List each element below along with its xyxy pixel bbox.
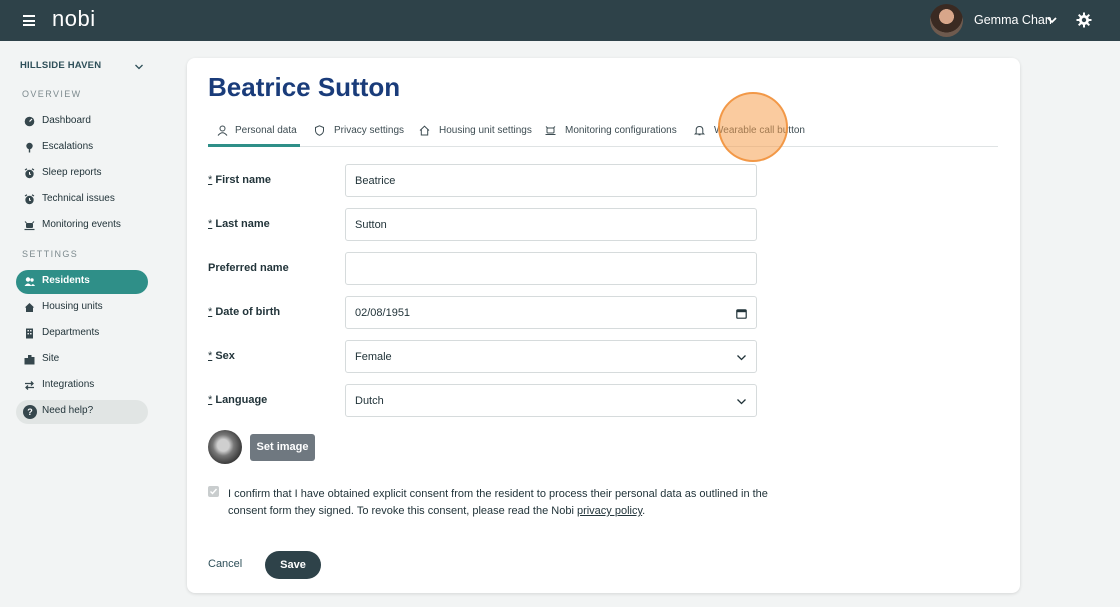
user-name[interactable]: Gemma Chan [974,13,1052,27]
sidebar-item-label: Monitoring events [42,219,121,230]
pin-icon [26,142,33,153]
shield-icon [315,125,324,136]
city-icon [24,355,35,365]
sidebar-item-monitoring-events[interactable]: Monitoring events [16,214,148,238]
sex-label: * Sex [208,350,235,362]
cancel-button[interactable]: Cancel [208,558,242,570]
tab-label: Housing unit settings [439,125,532,136]
last-name-label: * Last name [208,218,270,230]
monitor-icon [545,126,556,135]
sidebar-item-label: Dashboard [42,115,91,126]
date-of-birth-field[interactable]: 02/08/1951 [345,296,757,329]
alarm-clock-icon [24,168,35,179]
sidebar-item-label: Integrations [42,379,95,390]
sidebar-item-sleep-reports[interactable]: Sleep reports [16,162,148,186]
person-icon [217,125,228,136]
sidebar: HILLSIDE HAVEN OVERVIEW Dashboard Escala… [0,41,165,607]
check-icon [210,488,218,495]
overview-section-label: OVERVIEW [22,89,82,99]
alarm-clock-icon [24,194,35,205]
site-name: HILLSIDE HAVEN [20,60,102,71]
sidebar-item-label: Sleep reports [42,167,102,178]
consent-text: I confirm that I have obtained explicit … [228,488,768,517]
calendar-icon[interactable] [736,308,747,319]
sidebar-item-label: Technical issues [42,193,115,204]
gear-icon[interactable] [1076,12,1092,28]
site-selector[interactable]: HILLSIDE HAVEN [20,59,144,75]
sex-value: Female [355,351,392,363]
need-help-button[interactable]: ? Need help? [16,400,148,424]
sidebar-item-label: Site [42,353,60,364]
menu-icon[interactable] [23,15,35,26]
first-name-field[interactable]: Beatrice [345,164,757,197]
building-icon [26,328,33,339]
sidebar-item-residents[interactable]: Residents [16,270,148,294]
chevron-down-icon [737,399,746,405]
page-title: Beatrice Sutton [208,72,401,102]
language-value: Dutch [355,395,384,407]
sidebar-item-dashboard[interactable]: Dashboard [16,110,148,134]
resident-form-card: Beatrice Sutton Personal data Privacy se… [187,58,1020,593]
date-of-birth-label: * Date of birth [208,306,281,318]
preferred-name-field[interactable] [345,252,757,285]
sidebar-item-technical-issues[interactable]: Technical issues [16,188,148,212]
privacy-policy-link[interactable]: privacy policy [577,505,642,517]
chevron-down-icon [737,355,746,361]
swap-icon [25,381,34,390]
tab-label: Wearable call button [714,125,805,136]
home-icon [24,303,35,312]
bell-icon [694,125,705,136]
resident-photo [208,430,242,464]
settings-section-label: SETTINGS [22,249,79,259]
need-help-label: Need help? [42,405,94,416]
first-name-value: Beatrice [355,175,396,187]
sidebar-item-integrations[interactable]: Integrations [16,374,148,398]
users-icon [24,277,35,286]
consent-checkbox[interactable] [208,486,219,497]
tab-personal-data[interactable]: Personal data [208,122,300,147]
language-select[interactable]: Dutch [345,384,757,417]
tab-label: Monitoring configurations [565,125,677,136]
save-button[interactable]: Save [265,551,321,579]
help-icon: ? [23,405,37,419]
tab-label: Privacy settings [334,125,405,136]
sidebar-item-label: Residents [42,275,90,286]
language-label: * Language [208,394,268,406]
sex-select[interactable]: Female [345,340,757,373]
preferred-name-label: Preferred name [208,262,289,274]
chevron-down-icon[interactable] [1046,14,1058,26]
sidebar-item-escalations[interactable]: Escalations [16,136,148,160]
last-name-value: Sutton [355,219,387,231]
sidebar-item-housing-units[interactable]: Housing units [16,296,148,320]
sidebar-item-label: Departments [42,327,100,338]
user-avatar[interactable] [930,4,963,37]
app-logo[interactable]: nobi [52,6,96,32]
sidebar-item-site[interactable]: Site [16,348,148,372]
top-bar: nobi Gemma Chan [0,0,1120,41]
tab-label: Personal data [235,125,297,136]
tab-bar: Personal data Privacy settings Housing u… [208,122,998,147]
sidebar-item-label: Housing units [42,301,103,312]
monitor-icon [24,221,35,231]
home-icon [419,125,430,136]
last-name-field[interactable]: Sutton [345,208,757,241]
dashboard-icon [24,116,35,127]
set-image-button[interactable]: Set image [250,434,315,461]
sidebar-item-departments[interactable]: Departments [16,322,148,346]
date-of-birth-value: 02/08/1951 [355,307,411,319]
sidebar-item-label: Escalations [42,141,94,152]
chevron-down-icon [135,64,143,70]
first-name-label: * First name [208,174,271,186]
